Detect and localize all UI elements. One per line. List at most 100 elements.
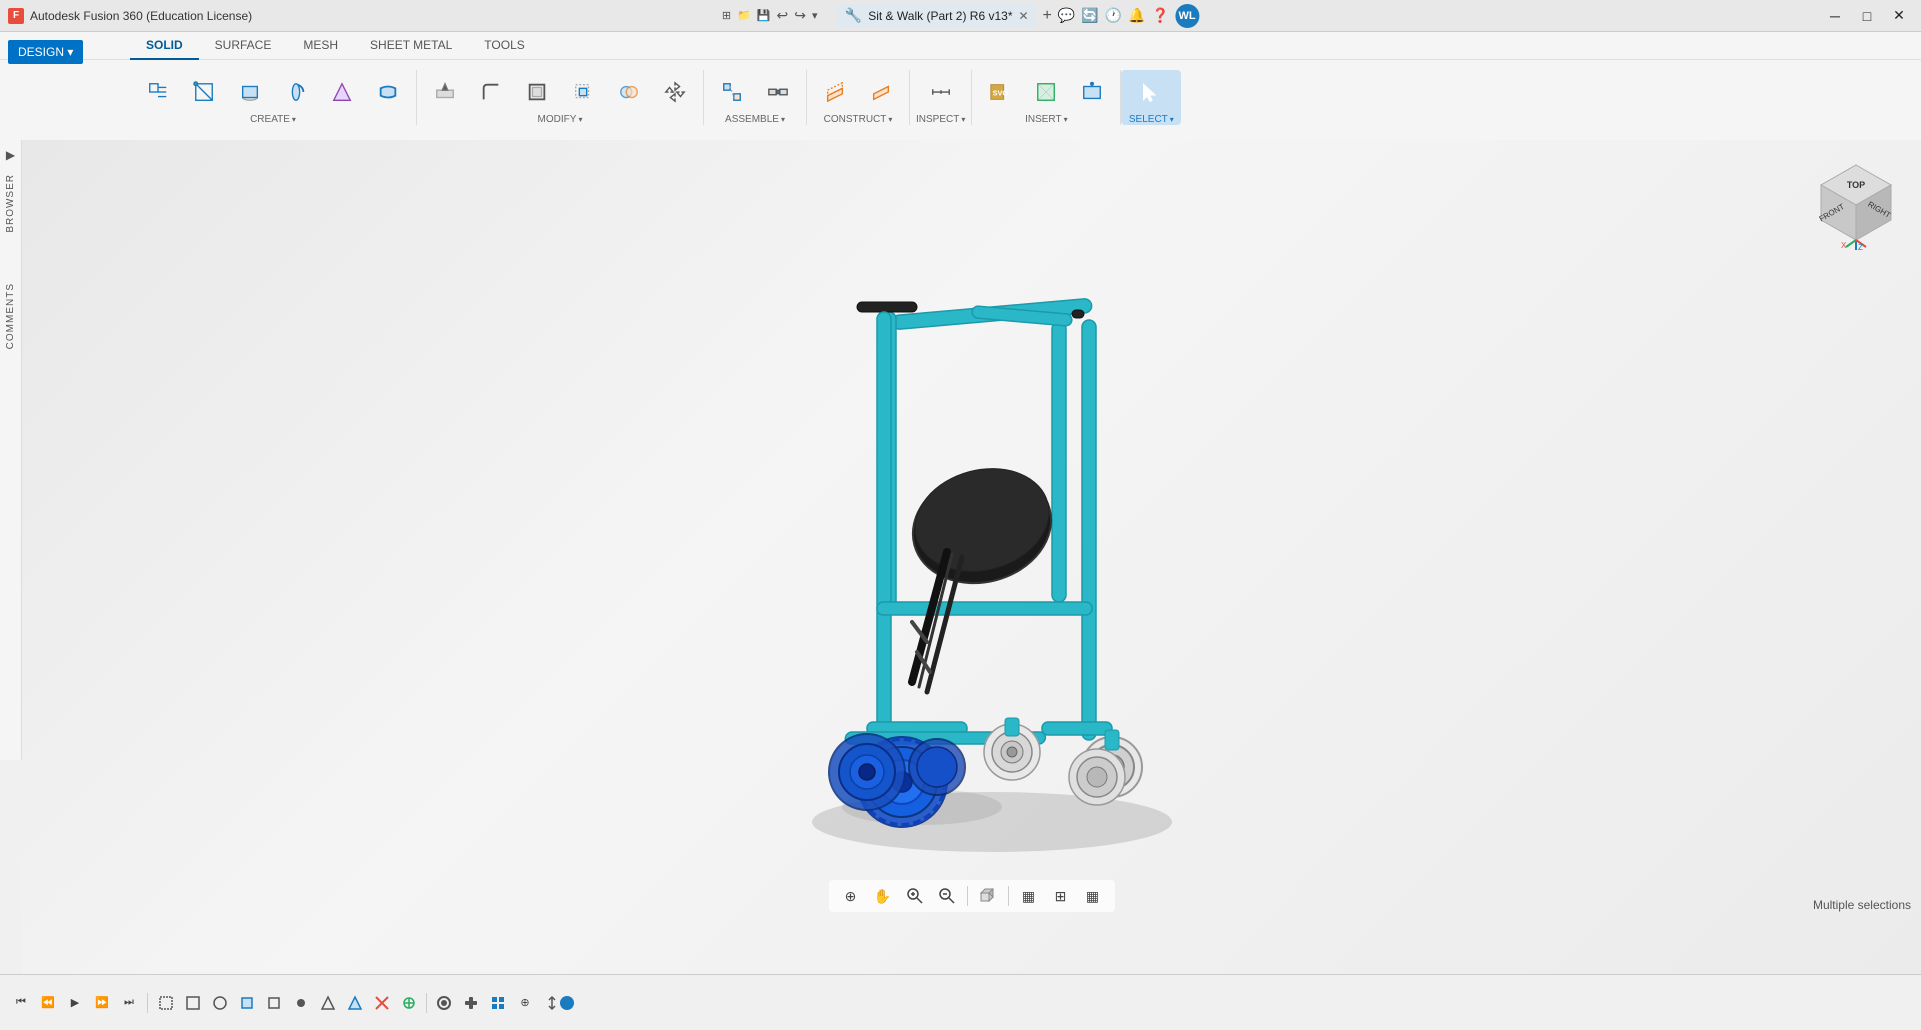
clock-icon[interactable]: 🕐 — [1105, 7, 1122, 24]
assemble-group: ASSEMBLE▾ — [704, 70, 807, 125]
title-bar-right: ─ □ ✕ — [1821, 2, 1913, 30]
quick-access-save[interactable]: 💾 — [757, 9, 771, 22]
vp-sep1 — [967, 886, 968, 906]
extrude-btn[interactable] — [228, 70, 272, 114]
insert-svg-btn[interactable]: SVG — [978, 70, 1022, 114]
quick-access-redo[interactable]: ↪ — [794, 7, 806, 24]
bottom-toolbar-buttons: ⏮ ⏪ ▶ ⏩ ⏭ ⊕ — [8, 990, 582, 1016]
comments-tab[interactable]: COMMENTS — [3, 275, 18, 357]
select-btn[interactable] — [1129, 70, 1173, 114]
quick-access-open[interactable]: 📁 — [737, 9, 751, 22]
tab-tools[interactable]: TOOLS — [468, 32, 540, 60]
shell-btn[interactable] — [515, 70, 559, 114]
grid-btn[interactable]: ⊞ — [1047, 882, 1075, 910]
vp-sep2 — [1008, 886, 1009, 906]
minimize-btn[interactable]: ─ — [1821, 2, 1849, 30]
tab-surface[interactable]: SURFACE — [199, 32, 288, 60]
joint-btn[interactable] — [756, 70, 800, 114]
inspect-group-label[interactable]: INSPECT▾ — [916, 114, 965, 125]
create-group-label[interactable]: CREATE▾ — [250, 114, 296, 125]
btm-cube2[interactable] — [261, 990, 287, 1016]
scale-btn[interactable] — [561, 70, 605, 114]
create-sketch-btn[interactable] — [182, 70, 226, 114]
browser-tab[interactable]: BROWSER — [3, 166, 18, 241]
viewport: TOP FRONT RIGHT Z X — [22, 140, 1921, 974]
btm-gear2[interactable] — [458, 990, 484, 1016]
tab-solid[interactable]: SOLID — [130, 32, 199, 60]
maximize-btn[interactable]: □ — [1853, 2, 1881, 30]
construct-group: CONSTRUCT▾ — [807, 70, 910, 125]
select-group-label[interactable]: SELECT▾ — [1129, 114, 1174, 125]
zoom-fit-btn[interactable] — [933, 882, 961, 910]
btm-cube1[interactable] — [234, 990, 260, 1016]
btm-icon4[interactable] — [342, 990, 368, 1016]
doc-title: Sit & Walk (Part 2) R6 v13* — [868, 9, 1012, 23]
step-fwd-end-btn[interactable]: ⏭ — [116, 990, 142, 1016]
display-mode-btn[interactable]: ▦ — [1015, 882, 1043, 910]
design-dropdown-btn[interactable]: DESIGN ▾ — [8, 40, 83, 64]
timeline-thumb[interactable] — [560, 996, 574, 1010]
tab-mesh[interactable]: MESH — [287, 32, 354, 60]
quick-access-undo[interactable]: ↩ — [777, 7, 789, 24]
document-tab[interactable]: 🔧 Sit & Walk (Part 2) R6 v13* ✕ — [837, 4, 1037, 27]
step-back-start-btn[interactable]: ⏮ — [8, 990, 34, 1016]
btm-gear1[interactable] — [431, 990, 457, 1016]
modify-group-label[interactable]: MODIFY▾ — [538, 114, 583, 125]
doc-icon: 🔧 — [845, 7, 862, 24]
revolve-btn[interactable] — [274, 70, 318, 114]
btm-move-icon[interactable]: ⊕ — [512, 990, 538, 1016]
construct-group-label[interactable]: CONSTRUCT▾ — [824, 114, 893, 125]
attach-canvas-btn[interactable] — [1070, 70, 1114, 114]
fillet-btn[interactable] — [469, 70, 513, 114]
design-label: DESIGN ▾ — [18, 45, 73, 59]
zoom-scroll-btn[interactable] — [901, 882, 929, 910]
tab-sheet-metal[interactable]: SHEET METAL — [354, 32, 468, 60]
loft-btn[interactable] — [320, 70, 364, 114]
modify-group: MODIFY▾ — [417, 70, 704, 125]
quick-access-new[interactable]: ⊞ — [722, 9, 731, 22]
close-btn[interactable]: ✕ — [1885, 2, 1913, 30]
browser-arrow[interactable]: ▶ — [6, 148, 15, 162]
step-fwd-btn[interactable]: ⏩ — [89, 990, 115, 1016]
combine-btn[interactable] — [607, 70, 651, 114]
btm-icon3[interactable] — [315, 990, 341, 1016]
bell-icon[interactable]: 🔔 — [1128, 7, 1145, 24]
view-cube-btn[interactable] — [974, 882, 1002, 910]
toolbar-area: DESIGN ▾ SOLID SURFACE MESH SHEET METAL … — [0, 32, 1921, 142]
toolbar-tabs: SOLID SURFACE MESH SHEET METAL TOOLS — [0, 32, 1921, 60]
btm-select-box[interactable] — [153, 990, 179, 1016]
new-joint-btn[interactable] — [710, 70, 754, 114]
assemble-group-label[interactable]: ASSEMBLE▾ — [725, 114, 785, 125]
doc-close-icon[interactable]: ✕ — [1018, 9, 1028, 23]
left-sidebar: ▶ BROWSER COMMENTS — [0, 140, 22, 760]
btm-toggle1[interactable] — [207, 990, 233, 1016]
new-tab-btn[interactable]: + — [1043, 7, 1052, 25]
user-avatar[interactable]: WL — [1175, 4, 1199, 28]
midplane-btn[interactable] — [859, 70, 903, 114]
press-pull-btn[interactable] — [423, 70, 467, 114]
insert-group-label[interactable]: INSERT▾ — [1025, 114, 1068, 125]
move-btn[interactable] — [653, 70, 697, 114]
orbit-btn[interactable]: ⊕ — [837, 882, 865, 910]
help-icon[interactable]: ❓ — [1152, 7, 1169, 24]
btm-icon5[interactable] — [369, 990, 395, 1016]
offset-plane-btn[interactable] — [813, 70, 857, 114]
btm-grid1[interactable] — [485, 990, 511, 1016]
timeline-area — [566, 1000, 582, 1006]
pan-btn[interactable]: ✋ — [869, 882, 897, 910]
new-component-btn[interactable] — [136, 70, 180, 114]
update-icon[interactable]: 🔄 — [1081, 7, 1098, 24]
quick-access-more[interactable]: ▾ — [812, 9, 818, 22]
step-back-btn[interactable]: ⏪ — [35, 990, 61, 1016]
play-btn[interactable]: ▶ — [62, 990, 88, 1016]
btm-dot1[interactable] — [288, 990, 314, 1016]
insert-mesh-btn[interactable] — [1024, 70, 1068, 114]
pipe-btn[interactable] — [366, 70, 410, 114]
visual-style-btn[interactable]: ▦ — [1079, 882, 1107, 910]
measure-btn[interactable] — [919, 70, 963, 114]
bottom-toolbar: ⏮ ⏪ ▶ ⏩ ⏭ ⊕ — [0, 974, 1921, 1030]
notifications-icon[interactable]: 💬 — [1058, 7, 1075, 24]
status-text: Multiple selections — [1813, 898, 1911, 912]
btm-icon6[interactable] — [396, 990, 422, 1016]
btm-select-paint[interactable] — [180, 990, 206, 1016]
